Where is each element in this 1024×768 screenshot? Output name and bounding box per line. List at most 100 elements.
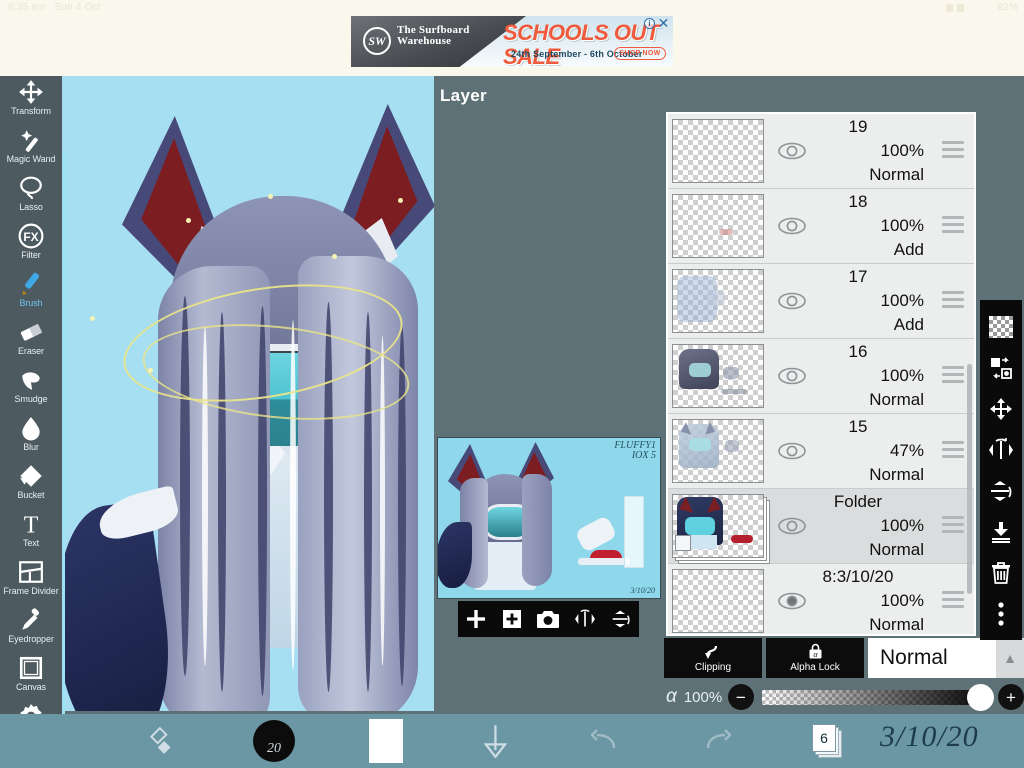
tool-eraser[interactable]: Eraser bbox=[0, 316, 62, 364]
layer-name: 16 bbox=[848, 342, 868, 361]
layer-visibility-toggle[interactable] bbox=[772, 442, 812, 460]
alpha-lock-button[interactable]: α Alpha Lock bbox=[766, 638, 864, 678]
layer-row[interactable]: 8:3/10/20 100% Normal bbox=[668, 564, 974, 634]
layer-visibility-toggle[interactable] bbox=[772, 292, 812, 310]
status-indicator-icons bbox=[946, 4, 964, 12]
canvas-preview-window[interactable]: FLUFFY1 IOX 5 3/10/20 bbox=[437, 437, 661, 599]
layer-drag-handle[interactable] bbox=[942, 516, 964, 537]
alpha-lock-icon: α bbox=[809, 643, 821, 659]
tool-bucket[interactable]: Bucket bbox=[0, 460, 62, 508]
add-layer-icon[interactable] bbox=[461, 604, 491, 634]
ad-shop-now-button[interactable]: SHOP NOW bbox=[614, 47, 666, 60]
opacity-alpha-symbol: α bbox=[666, 686, 677, 707]
color-swatch-button[interactable] bbox=[362, 714, 410, 768]
layer-visibility-toggle[interactable] bbox=[772, 592, 812, 610]
layer-visibility-toggle[interactable] bbox=[772, 217, 812, 235]
preview-tail bbox=[438, 522, 472, 588]
brush-size-button[interactable]: 20 bbox=[250, 714, 298, 768]
flip-horizontal-icon[interactable] bbox=[570, 604, 600, 634]
layer-drag-handle[interactable] bbox=[942, 441, 964, 462]
flip-vertical-icon[interactable] bbox=[980, 470, 1022, 511]
move-arrows-icon[interactable] bbox=[980, 388, 1022, 429]
preview-glass bbox=[624, 496, 644, 568]
tool-eyedropper[interactable]: Eyedropper bbox=[0, 604, 62, 652]
layer-thumbnail[interactable] bbox=[672, 569, 764, 633]
flip-horizontal-icon[interactable] bbox=[980, 429, 1022, 470]
layer-opacity: 100% bbox=[880, 366, 924, 385]
layer-name: 17 bbox=[848, 267, 868, 286]
layers-count-button[interactable]: 6 bbox=[800, 714, 856, 768]
opacity-increase-button[interactable]: + bbox=[998, 684, 1024, 710]
layer-list[interactable]: 19 100% Normal 18 100% Add 17 100% Add 16 100% Norm… bbox=[666, 112, 976, 636]
tool-label: Canvas bbox=[16, 682, 46, 692]
tool-frame-divider[interactable]: Frame Divider bbox=[0, 556, 62, 604]
layer-drag-handle[interactable] bbox=[942, 366, 964, 387]
tool-smudge[interactable]: Smudge bbox=[0, 364, 62, 412]
opacity-decrease-button[interactable]: − bbox=[727, 684, 754, 710]
layer-thumbnail[interactable] bbox=[672, 344, 764, 408]
layer-thumbnail[interactable] bbox=[672, 269, 764, 333]
artwork-canvas[interactable] bbox=[62, 76, 434, 711]
flip-vertical-icon[interactable] bbox=[606, 604, 636, 634]
layer-row[interactable]: 19 100% Normal bbox=[668, 114, 974, 189]
tool-text[interactable]: T Text bbox=[0, 508, 62, 556]
layer-drag-handle[interactable] bbox=[942, 291, 964, 312]
tool-transform[interactable]: Transform bbox=[0, 76, 62, 124]
brush-shape-icon[interactable] bbox=[138, 714, 186, 768]
swap-layers-icon[interactable] bbox=[980, 347, 1022, 388]
blend-mode-chevron-up-icon[interactable]: ▲ bbox=[996, 638, 1024, 678]
layer-visibility-toggle[interactable] bbox=[772, 142, 812, 160]
sparkle bbox=[148, 368, 153, 373]
tool-label: Text bbox=[22, 538, 40, 548]
status-battery-percent: 82% bbox=[997, 2, 1018, 13]
fx-icon: FX bbox=[18, 223, 44, 249]
undo-icon[interactable] bbox=[582, 714, 630, 768]
tool-label: Blur bbox=[23, 442, 39, 452]
layer-row[interactable]: 15 47% Normal bbox=[668, 414, 974, 489]
trash-icon[interactable] bbox=[980, 552, 1022, 593]
tool-magic-wand[interactable]: Magic Wand bbox=[0, 124, 62, 172]
sparkle bbox=[398, 198, 403, 203]
tool-label: Eraser bbox=[18, 346, 44, 356]
blend-mode-select[interactable]: Normal ▲ bbox=[868, 638, 1024, 678]
redo-icon[interactable] bbox=[692, 714, 740, 768]
layer-opacity: 100% bbox=[880, 216, 924, 235]
camera-icon[interactable] bbox=[533, 604, 563, 634]
layer-thumbnail[interactable] bbox=[672, 419, 764, 483]
ad-info-icon[interactable]: i bbox=[644, 18, 655, 29]
alpha-lock-label: Alpha Lock bbox=[790, 662, 840, 673]
layer-thumbnail[interactable] bbox=[672, 119, 764, 183]
tool-label: Smudge bbox=[14, 394, 48, 404]
download-arrow-icon[interactable] bbox=[472, 714, 520, 768]
clipping-button[interactable]: Clipping bbox=[664, 638, 762, 678]
layer-name: Folder bbox=[833, 492, 883, 511]
layer-row[interactable]: 17 100% Add bbox=[668, 264, 974, 339]
ad-close-icon[interactable]: ✕ bbox=[657, 16, 670, 30]
transparency-checker-icon[interactable] bbox=[980, 306, 1022, 347]
layer-thumbnail[interactable] bbox=[672, 494, 764, 558]
layer-row[interactable]: 16 100% Normal bbox=[668, 339, 974, 414]
merge-down-icon[interactable] bbox=[980, 511, 1022, 552]
ad-banner[interactable]: SW The Surfboard Warehouse SCHOOLS OUT S… bbox=[351, 16, 673, 67]
opacity-slider-track[interactable] bbox=[761, 683, 994, 711]
sparkle bbox=[186, 218, 191, 223]
tool-blur[interactable]: Blur bbox=[0, 412, 62, 460]
layer-row[interactable]: 18 100% Add bbox=[668, 189, 974, 264]
tool-canvas[interactable]: Canvas bbox=[0, 652, 62, 700]
layer-visibility-toggle[interactable] bbox=[772, 367, 812, 385]
layer-thumbnail[interactable] bbox=[672, 194, 764, 258]
layer-row[interactable]: Folder 100% Normal bbox=[668, 489, 974, 564]
layer-name: 18 bbox=[848, 192, 868, 211]
tool-lasso[interactable]: Lasso bbox=[0, 172, 62, 220]
opacity-value: 100% bbox=[683, 688, 723, 706]
layer-drag-handle[interactable] bbox=[942, 216, 964, 237]
more-dots-icon[interactable] bbox=[980, 593, 1022, 634]
layer-drag-handle[interactable] bbox=[942, 141, 964, 162]
tool-brush[interactable]: Brush bbox=[0, 268, 62, 316]
duplicate-layer-icon[interactable] bbox=[497, 604, 527, 634]
opacity-slider-knob[interactable] bbox=[967, 683, 994, 711]
tool-filter[interactable]: FX Filter bbox=[0, 220, 62, 268]
layer-list-scrollbar[interactable] bbox=[967, 364, 972, 594]
layer-visibility-toggle[interactable] bbox=[772, 517, 812, 535]
layer-drag-handle[interactable] bbox=[942, 591, 964, 612]
